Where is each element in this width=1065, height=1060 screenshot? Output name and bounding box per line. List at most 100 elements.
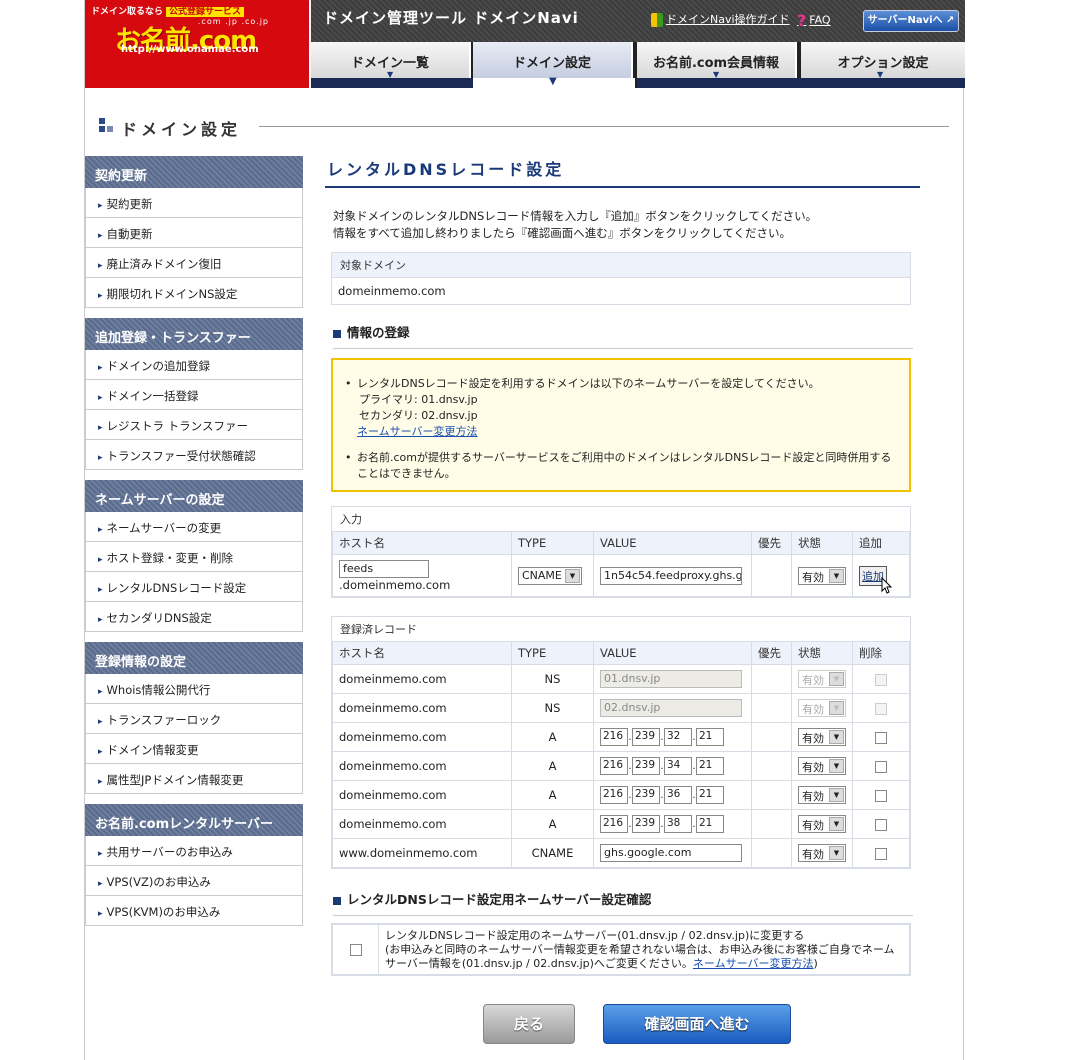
chevron-down-icon: ▼ [829,759,844,773]
sidebar-item[interactable]: VPS(KVM)のお申込み [85,896,303,926]
ip-octet-input[interactable]: 32 [664,728,692,746]
ip-octet-input[interactable]: 36 [664,786,692,804]
guide-link[interactable]: ドメインNavi操作ガイド [651,11,790,27]
status-select[interactable]: 有効 ▼ [798,844,846,862]
ip-octet-input[interactable]: 21 [696,815,724,833]
ip-octet-input[interactable]: 216 [600,757,628,775]
chevron-down-icon: ▼ [829,672,844,686]
sidebar-group-title: 追加登録・トランスファー [85,318,303,350]
value-input: 02.dnsv.jp [600,699,742,717]
server-navi-button[interactable]: サーバーNaviへ ↗ [863,10,959,32]
sidebar-item[interactable]: トランスファー受付状態確認 [85,440,303,470]
sidebar-item[interactable]: 自動更新 [85,218,303,248]
sidebar-item[interactable]: 契約更新 [85,188,303,218]
ip-octet-input[interactable]: 38 [664,815,692,833]
back-button[interactable]: 戻る [483,1004,575,1044]
records-caption: 登録済レコード [332,617,910,641]
delete-checkbox[interactable] [875,818,887,831]
table-row: domeinmemo.com A 216. 239. 32. 21 有効 ▼ [332,722,910,752]
page: ドメイン取るなら 公式登録サービス .com .jp .co.jp お名前.com… [84,0,965,1060]
value-input[interactable]: 1n54c54.feedproxy.ghs.goo [600,566,742,585]
ip-octet-input[interactable]: 239 [632,815,660,833]
delete-checkbox[interactable] [875,731,887,744]
delete-checkbox[interactable] [875,789,887,802]
ip-octet-input[interactable]: 21 [696,728,724,746]
status-select[interactable]: 有効 ▼ [798,786,846,804]
target-domain-value: domeinmemo.com [338,284,446,298]
sidebar-item[interactable]: 廃止済みドメイン復旧 [85,248,303,278]
nameserver-change-link[interactable]: ネームサーバー変更方法 [357,425,478,438]
input-panel: 入力 ホスト名 TYPE VALUE 優先 状態 追加 feeds .domei… [331,506,911,598]
square-bullet-icon [333,329,341,338]
sidebar-group-registration: 登録情報の設定 Whois情報公開代行 トランスファーロック ドメイン情報変更 … [85,642,303,794]
sidebar-item[interactable]: 期限切れドメインNS設定 [85,278,303,308]
ip-octet-input[interactable]: 216 [600,728,628,746]
type-select[interactable]: CNAME ▼ [518,566,582,585]
sidebar-item[interactable]: Whois情報公開代行 [85,674,303,704]
sidebar-item[interactable]: VPS(VZ)のお申込み [85,866,303,896]
sidebar-item[interactable]: セカンダリDNS設定 [85,602,303,632]
sidebar-item[interactable]: ホスト登録・変更・削除 [85,542,303,572]
main-nav: ドメイン一覧 ▼ ドメイン設定 お名前.com会員情報 ▼ オプション設定 ▼ ▼ [311,42,965,88]
sidebar-item[interactable]: 共用サーバーのお申込み [85,836,303,866]
sidebar-item[interactable]: ドメイン一括登録 [85,380,303,410]
status-select[interactable]: 有効 ▼ [798,757,846,775]
register-heading: 情報の登録 [333,322,913,349]
priority-cell [751,554,792,597]
sidebar-item[interactable]: ドメインの追加登録 [85,350,303,380]
host-suffix: .domeinmemo.com [339,577,451,592]
tab-domain-list[interactable]: ドメイン一覧 ▼ [311,42,471,79]
status-select[interactable]: 有効 ▼ [798,815,846,833]
nameserver-change-link[interactable]: ネームサーバー変更方法 [693,957,814,970]
sidebar-group-rental-server: お名前.comレンタルサーバー 共用サーバーのお申込み VPS(VZ)のお申込み… [85,804,303,926]
status-select[interactable]: 有効 ▼ [798,728,846,746]
sidebar-group-nameserver: ネームサーバーの設定 ネームサーバーの変更 ホスト登録・変更・削除 レンタルDN… [85,480,303,632]
faq-link[interactable]: ? FAQ [797,11,831,30]
confirm-panel: レンタルDNSレコード設定用のネームサーバー(01.dnsv.jp / 02.d… [331,923,911,976]
ip-octet-input[interactable]: 239 [632,728,660,746]
sidebar-group-title: ネームサーバーの設定 [85,480,303,512]
sidebar-item-rental-dns[interactable]: レンタルDNSレコード設定 [85,572,303,602]
logo-tagline: ドメイン取るなら 公式登録サービス [91,4,245,17]
ip-octet-input[interactable]: 216 [600,815,628,833]
top-bar: ドメイン管理ツール ドメインNavi ドメインNavi操作ガイド ? FAQ サー… [311,0,965,42]
host-input[interactable]: feeds [339,559,429,578]
sidebar: 契約更新 契約更新 自動更新 廃止済みドメイン復旧 期限切れドメインNS設定 追… [85,156,303,936]
ip-octet-input[interactable]: 21 [696,786,724,804]
status-select[interactable]: 有効 ▼ [798,566,846,585]
tab-domain-settings[interactable]: ドメイン設定 [473,42,633,78]
onamae-logo[interactable]: ドメイン取るなら 公式登録サービス .com .jp .co.jp お名前.com… [85,0,309,88]
chevron-down-icon: ▼ [829,788,844,802]
table-row: domeinmemo.com A 216. 239. 38. 21 有効 ▼ [332,809,910,839]
table-row: www.domeinmemo.com CNAME ghs.google.com … [332,838,910,868]
sidebar-item[interactable]: ネームサーバーの変更 [85,512,303,542]
table-row: domeinmemo.com NS 01.dnsv.jp 有効 ▼ [332,664,910,694]
logo-badge: 公式登録サービス [166,7,245,17]
page-title: ドメイン設定 [121,120,242,139]
sidebar-item[interactable]: ドメイン情報変更 [85,734,303,764]
proceed-to-confirm-button[interactable]: 確認画面へ進む [603,1004,791,1044]
mouse-cursor-icon [881,577,893,594]
ip-octet-input[interactable]: 34 [664,757,692,775]
chevron-down-icon: ▼ [565,568,580,583]
ip-octet-input[interactable]: 239 [632,786,660,804]
sidebar-group-title: 登録情報の設定 [85,642,303,674]
tab-member-info[interactable]: お名前.com会員情報 ▼ [637,42,797,79]
ip-octet-input[interactable]: 21 [696,757,724,775]
sidebar-item[interactable]: 属性型JPドメイン情報変更 [85,764,303,794]
input-caption: 入力 [332,507,910,531]
ip-octet-input[interactable]: 239 [632,757,660,775]
value-input[interactable]: ghs.google.com [600,844,742,862]
value-input: 01.dnsv.jp [600,670,742,688]
square-bullet-icon [333,896,341,905]
intro-text: 対象ドメインのレンタルDNSレコード情報を入力し『追加』ボタンをクリックしてくだ… [333,209,818,240]
delete-checkbox[interactable] [875,760,887,773]
sidebar-group-renewal: 契約更新 契約更新 自動更新 廃止済みドメイン復旧 期限切れドメインNS設定 [85,156,303,308]
sidebar-item[interactable]: レジストラ トランスファー [85,410,303,440]
ip-octet-input[interactable]: 216 [600,786,628,804]
chevron-down-icon: ▼ [829,701,844,715]
delete-checkbox[interactable] [875,847,887,860]
nameserver-change-checkbox[interactable] [349,943,362,956]
sidebar-item[interactable]: トランスファーロック [85,704,303,734]
tab-option-settings[interactable]: オプション設定 ▼ [801,42,965,79]
